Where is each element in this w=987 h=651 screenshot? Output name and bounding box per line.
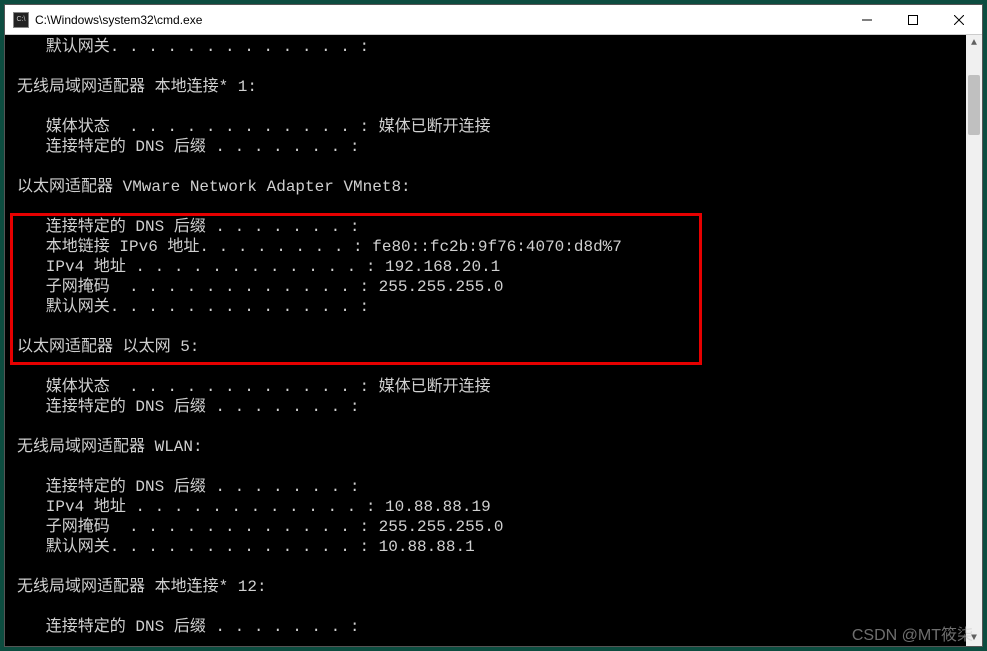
scroll-thumb[interactable] — [968, 75, 980, 135]
terminal-output: 默认网关. . . . . . . . . . . . . : 无线局域网适配器… — [5, 35, 982, 646]
minimize-icon — [862, 15, 872, 25]
close-button[interactable] — [936, 5, 982, 34]
titlebar[interactable]: C:\ C:\Windows\system32\cmd.exe — [5, 5, 982, 35]
terminal-area[interactable]: 默认网关. . . . . . . . . . . . . : 无线局域网适配器… — [5, 35, 982, 646]
scrollbar[interactable]: ▲ ▼ — [966, 35, 982, 646]
scroll-up-icon[interactable]: ▲ — [966, 35, 982, 51]
window-title: C:\Windows\system32\cmd.exe — [35, 13, 844, 27]
maximize-button[interactable] — [890, 5, 936, 34]
window-controls — [844, 5, 982, 34]
cmd-window: C:\ C:\Windows\system32\cmd.exe 默认网关. . … — [4, 4, 983, 647]
close-icon — [954, 15, 964, 25]
maximize-icon — [908, 15, 918, 25]
cmd-icon: C:\ — [13, 12, 29, 28]
scroll-down-icon[interactable]: ▼ — [966, 630, 982, 646]
minimize-button[interactable] — [844, 5, 890, 34]
